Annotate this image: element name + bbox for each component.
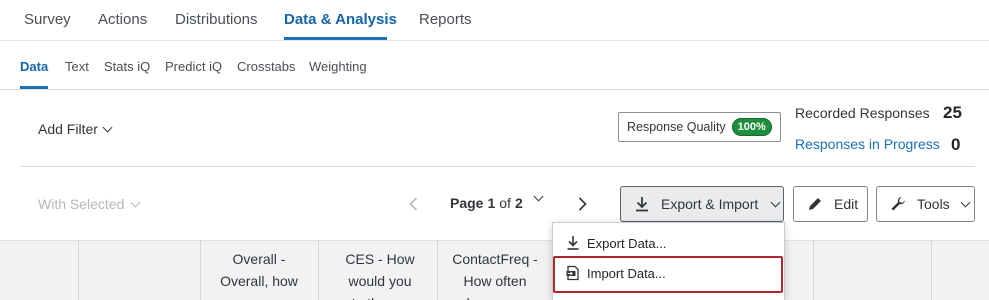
chevron-down-icon bbox=[770, 197, 781, 207]
column-divider bbox=[931, 240, 932, 300]
subtab-data[interactable]: Data bbox=[20, 59, 48, 74]
active-subtab-indicator bbox=[20, 86, 48, 89]
export-data-label: Export Data... bbox=[587, 235, 667, 251]
subtab-weighting[interactable]: Weighting bbox=[309, 59, 367, 74]
column-divider bbox=[437, 240, 438, 300]
column-header-contactfreq[interactable]: ContactFreq - How often have you bbox=[440, 248, 550, 300]
responses-in-progress-link[interactable]: Responses in Progress bbox=[795, 136, 940, 152]
recorded-responses-value: 25 bbox=[943, 103, 962, 122]
page-total: 2 bbox=[514, 195, 523, 211]
chevron-down-icon bbox=[960, 197, 971, 207]
column-divider bbox=[813, 240, 814, 300]
subtab-stats-iq[interactable]: Stats iQ bbox=[104, 59, 150, 74]
subtab-predict-iq[interactable]: Predict iQ bbox=[165, 59, 222, 74]
page-indicator: Page 1 of 2 bbox=[450, 195, 523, 211]
add-filter-label: Add Filter bbox=[38, 121, 98, 137]
edit-button[interactable]: Edit bbox=[793, 186, 868, 222]
add-filter-button[interactable]: Add Filter bbox=[38, 121, 113, 137]
edit-label: Edit bbox=[834, 196, 859, 212]
next-page-icon[interactable] bbox=[574, 196, 590, 212]
export-import-button[interactable]: Export & Import bbox=[620, 186, 784, 222]
chevron-down-icon bbox=[102, 122, 113, 132]
tab-distributions[interactable]: Distributions bbox=[175, 11, 258, 28]
sub-nav: Data Text Stats iQ Predict iQ Crosstabs … bbox=[0, 41, 989, 90]
recorded-responses-label: Recorded Responses bbox=[795, 105, 930, 121]
menu-item-export-data[interactable]: Export Data... bbox=[553, 229, 784, 257]
column-header-overall[interactable]: Overall - Overall, how bbox=[204, 248, 314, 292]
chevron-down-icon bbox=[130, 197, 141, 207]
download-icon bbox=[567, 236, 579, 250]
responses-in-progress-value: 0 bbox=[951, 135, 961, 154]
response-quality-label: Response Quality bbox=[627, 120, 726, 134]
divider bbox=[20, 166, 975, 167]
subtab-crosstabs[interactable]: Crosstabs bbox=[237, 59, 296, 74]
column-header-ces[interactable]: CES - How would you rate the ease bbox=[325, 248, 435, 300]
page-current: 1 bbox=[487, 195, 496, 211]
top-nav: Survey Actions Distributions Data & Anal… bbox=[0, 0, 989, 41]
subtab-text[interactable]: Text bbox=[65, 59, 89, 74]
tab-actions[interactable]: Actions bbox=[98, 11, 147, 28]
previous-page-icon[interactable] bbox=[406, 196, 422, 212]
chevron-down-icon[interactable] bbox=[533, 191, 544, 202]
column-divider bbox=[318, 240, 319, 300]
with-selected-label: With Selected bbox=[38, 196, 125, 212]
pencil-icon bbox=[809, 198, 821, 210]
tab-survey[interactable]: Survey bbox=[24, 11, 71, 28]
wrench-icon bbox=[891, 197, 905, 211]
tools-label: Tools bbox=[917, 196, 950, 212]
tab-reports[interactable]: Reports bbox=[419, 11, 472, 28]
download-icon bbox=[636, 197, 648, 212]
response-quality-badge: 100% bbox=[731, 118, 772, 136]
tab-data-analysis[interactable]: Data & Analysis bbox=[284, 11, 397, 28]
import-data-highlight bbox=[553, 256, 783, 293]
page-word: Page bbox=[450, 195, 484, 211]
column-divider bbox=[78, 240, 79, 300]
export-import-label: Export & Import bbox=[661, 196, 759, 212]
response-quality-button[interactable]: Response Quality 100% bbox=[618, 112, 781, 142]
page-of: of bbox=[499, 195, 511, 211]
active-tab-indicator bbox=[284, 37, 387, 40]
column-divider bbox=[200, 240, 201, 300]
tools-button[interactable]: Tools bbox=[876, 186, 975, 222]
with-selected-dropdown[interactable]: With Selected bbox=[38, 196, 141, 212]
